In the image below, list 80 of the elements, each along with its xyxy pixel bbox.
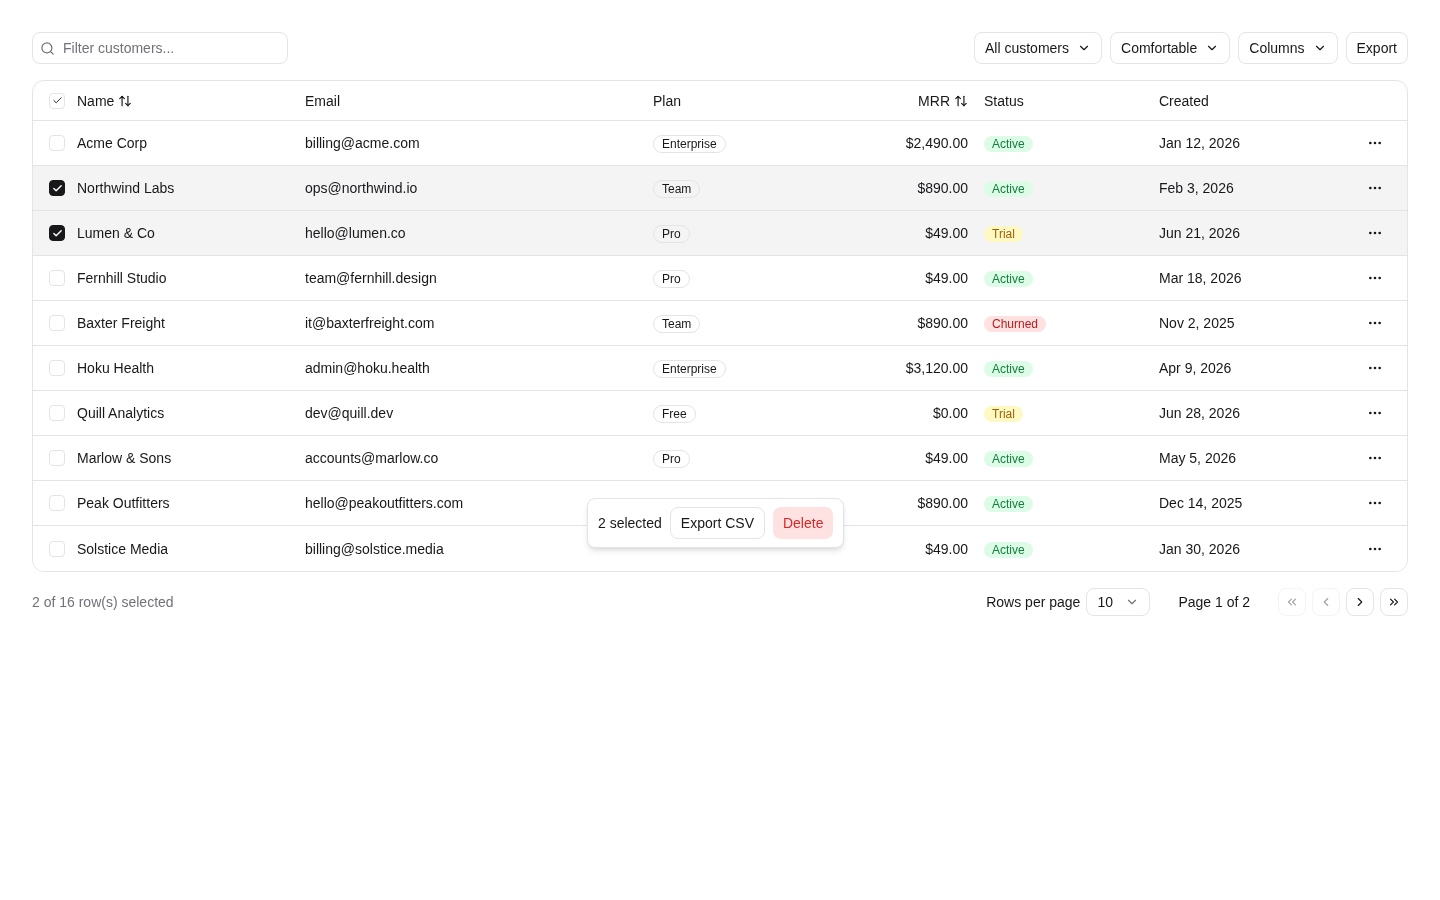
selection-summary: 2 of 16 row(s) selected <box>32 593 174 612</box>
mrr-cell: $49.00 <box>925 540 968 557</box>
mrr-cell: $3,120.00 <box>905 360 968 376</box>
mrr-cell: $890.00 <box>917 495 968 511</box>
export-csv-button[interactable]: Export CSV <box>669 507 765 539</box>
created-cell: May 5, 2026 <box>1159 450 1237 466</box>
check-icon <box>51 227 63 239</box>
status-badge: Churned <box>984 316 1047 332</box>
name-cell: Marlow & Sons <box>77 450 172 466</box>
email-cell: accounts@marlow.co <box>305 450 439 466</box>
email-cell: hello@peakoutfitters.com <box>305 495 464 511</box>
created-cell: Mar 18, 2026 <box>1159 270 1242 286</box>
name-cell: Baxter Freight <box>77 315 165 331</box>
email-cell: hello@lumen.co <box>305 225 406 241</box>
mrr-cell: $890.00 <box>917 180 968 196</box>
checkbox[interactable] <box>49 180 65 196</box>
status-badge: Active <box>984 271 1033 287</box>
export-button[interactable]: Export <box>1345 32 1408 64</box>
column-header: Email <box>305 91 340 111</box>
sort-icon[interactable] <box>954 93 968 108</box>
mrr-cell: $2,490.00 <box>905 135 968 151</box>
status-badge: Trial <box>984 406 1023 422</box>
status-badge: Active <box>984 541 1033 558</box>
mrr-cell: $49.00 <box>925 225 968 241</box>
status-badge: Active <box>984 361 1033 377</box>
double-chevron-icon <box>1387 595 1401 609</box>
double-chevron-icon <box>1285 595 1299 609</box>
mrr-cell: $49.00 <box>925 270 968 286</box>
name-cell: Lumen & Co <box>77 225 155 241</box>
check-icon <box>51 95 63 106</box>
created-cell: Jun 21, 2026 <box>1159 225 1240 241</box>
check-icon <box>51 182 63 194</box>
email-cell: it@baxterfreight.com <box>305 315 435 331</box>
name-cell: Acme Corp <box>77 135 148 151</box>
mrr-cell: $49.00 <box>925 450 968 466</box>
created-cell: Dec 14, 2025 <box>1159 495 1243 511</box>
created-cell: Jan 30, 2026 <box>1159 540 1240 557</box>
status-badge: Active <box>984 451 1033 467</box>
filter-dropdown[interactable]: Columns <box>1238 32 1338 64</box>
column-header: Created <box>1159 91 1209 111</box>
created-cell: Jan 12, 2026 <box>1159 135 1240 151</box>
search-field[interactable]: Filter customers... <box>32 32 288 64</box>
mrr-cell: $890.00 <box>917 315 968 331</box>
email-cell: billing@acme.com <box>305 135 420 151</box>
rows-per-page-select[interactable]: 10 <box>1086 588 1151 616</box>
email-cell: admin@hoku.health <box>305 360 430 376</box>
filter-dropdown[interactable]: Comfortable <box>1110 32 1231 64</box>
column-header: Name <box>77 91 115 111</box>
column-header: Plan <box>653 91 682 111</box>
name-cell: Peak Outfitters <box>77 495 170 511</box>
column-header: MRR <box>918 91 950 111</box>
created-cell: Nov 2, 2025 <box>1159 315 1235 331</box>
mrr-cell: $0.00 <box>932 405 968 421</box>
email-cell: team@fernhill.design <box>305 270 437 286</box>
sort-icon[interactable] <box>118 93 133 108</box>
email-cell: ops@northwind.io <box>305 180 418 196</box>
name-cell: Fernhill Studio <box>77 270 167 286</box>
name-cell: Solstice Media <box>77 540 169 557</box>
email-cell: dev@quill.dev <box>305 405 394 421</box>
email-cell: billing@solstice.media <box>305 540 444 557</box>
checkbox[interactable] <box>49 225 65 241</box>
created-cell: Feb 3, 2026 <box>1159 180 1234 196</box>
table-row[interactable]: Lumen & Co hello@lumen.co Pro $49.00 Trial Jun 21, 2026 <box>33 211 1407 256</box>
column-header: Status <box>984 91 1024 111</box>
table-row[interactable]: Northwind Labs ops@northwind.io Team $890.00 Active Feb 3, 2026 <box>33 166 1407 211</box>
name-cell: Quill Analytics <box>77 405 165 421</box>
delete-button[interactable]: Delete <box>772 507 834 539</box>
status-badge: Trial <box>984 226 1023 242</box>
search-icon <box>40 41 55 56</box>
status-badge: Active <box>984 136 1033 152</box>
last-page-button[interactable] <box>1380 588 1408 616</box>
created-cell: Apr 9, 2026 <box>1159 360 1232 376</box>
filter-dropdown[interactable]: All customers <box>974 32 1102 64</box>
status-badge: Active <box>984 181 1033 197</box>
rows-per-page-label: Rows per page <box>986 593 1081 612</box>
page-indicator: Page 1 of 2 <box>1178 593 1250 612</box>
created-cell: Jun 28, 2026 <box>1159 405 1240 421</box>
name-cell: Hoku Health <box>77 360 155 376</box>
status-badge: Active <box>984 496 1033 512</box>
name-cell: Northwind Labs <box>77 180 175 196</box>
